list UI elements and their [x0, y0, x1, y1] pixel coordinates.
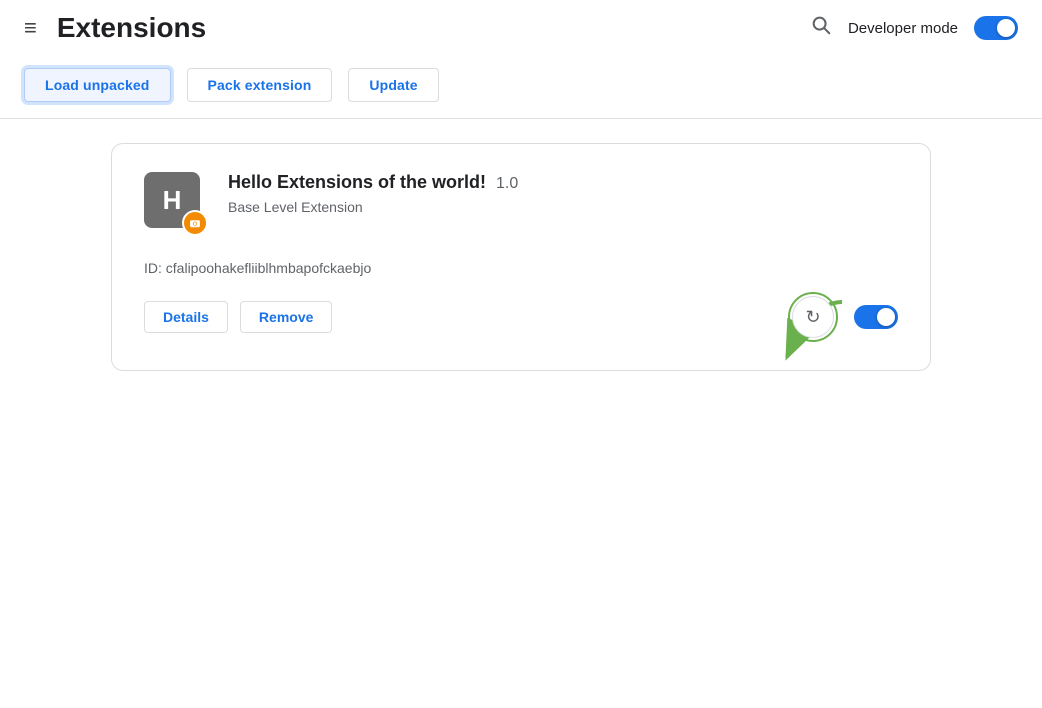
load-unpacked-button[interactable]: Load unpacked	[24, 68, 171, 102]
header: ≡ Extensions Developer mode	[0, 0, 1042, 56]
extension-name-row: Hello Extensions of the world! 1.0	[228, 172, 518, 193]
extension-icon-wrapper: H	[144, 172, 208, 236]
developer-mode-label: Developer mode	[848, 20, 958, 37]
extension-version: 1.0	[496, 175, 518, 193]
main-content: H Hello Extensions of the world! 1.0 Bas…	[0, 143, 1042, 371]
toolbar: Load unpacked Pack extension Update	[0, 56, 1042, 118]
pack-extension-button[interactable]: Pack extension	[187, 68, 333, 102]
search-icon[interactable]	[810, 14, 832, 42]
extension-description: Base Level Extension	[228, 199, 518, 215]
refresh-highlight-circle	[788, 292, 838, 342]
header-right: Developer mode	[810, 14, 1018, 42]
extension-id: ID: cfalipoohakefliiblhmbapofckaebjo	[144, 260, 898, 276]
extension-card-header: H Hello Extensions of the world! 1.0 Bas…	[144, 172, 898, 236]
extension-info: Hello Extensions of the world! 1.0 Base …	[228, 172, 518, 215]
developer-mode-toggle[interactable]	[974, 16, 1018, 40]
extension-action-buttons: Details Remove	[144, 301, 332, 333]
page-title: Extensions	[57, 12, 206, 44]
extension-enable-toggle[interactable]	[854, 305, 898, 329]
extension-card: H Hello Extensions of the world! 1.0 Bas…	[111, 143, 931, 371]
extension-name: Hello Extensions of the world!	[228, 172, 486, 193]
remove-button[interactable]: Remove	[240, 301, 332, 333]
header-left: ≡ Extensions	[24, 12, 794, 44]
hamburger-icon[interactable]: ≡	[24, 17, 37, 39]
refresh-button-wrapper: ↻	[788, 292, 838, 342]
extension-badge	[182, 210, 208, 236]
toolbar-divider	[0, 118, 1042, 119]
update-button[interactable]: Update	[348, 68, 438, 102]
details-button[interactable]: Details	[144, 301, 228, 333]
